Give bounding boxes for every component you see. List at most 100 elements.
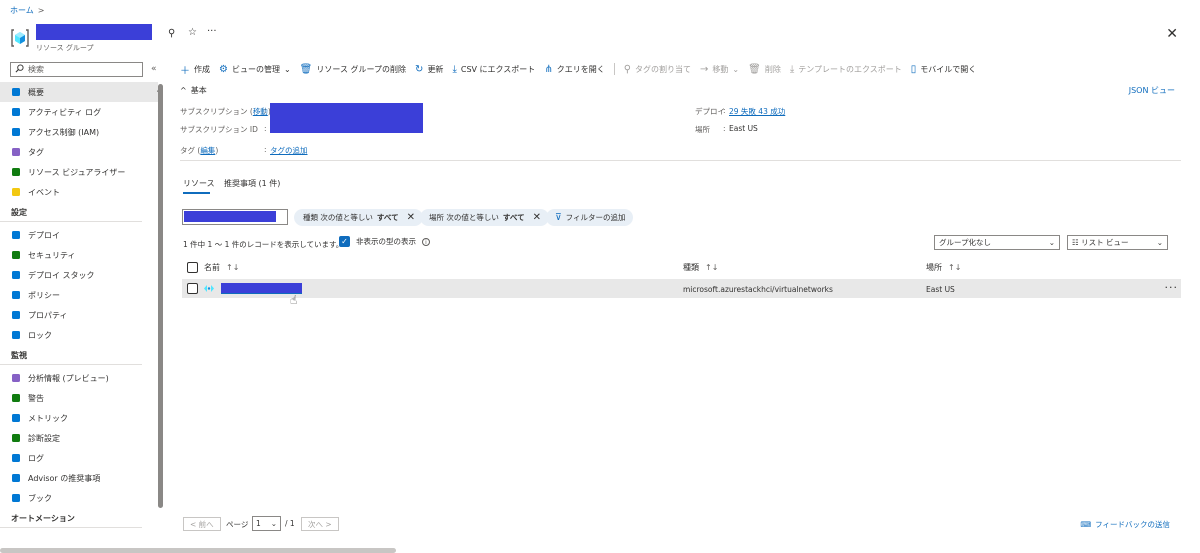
group-by-dropdown[interactable]: グループ化なし ⌄ bbox=[934, 235, 1060, 250]
essentials-toggle[interactable]: ^ 基本 bbox=[180, 85, 207, 96]
sidebar-scrollbar[interactable] bbox=[158, 84, 163, 508]
sidebar-item[interactable]: ロック bbox=[0, 325, 158, 345]
show-hidden-types-toggle[interactable]: ✓ 非表示の型の表示 i bbox=[339, 236, 430, 247]
sidebar-item[interactable]: 分析情報 (プレビュー) bbox=[0, 368, 158, 388]
location-filter-pill[interactable]: 場所 次の値と等しい すべて ✕ bbox=[420, 209, 549, 226]
row-checkbox[interactable] bbox=[187, 283, 198, 294]
resource-location-cell: East US bbox=[926, 285, 955, 294]
toolbar-icon: ↻ bbox=[415, 63, 424, 75]
next-page-button[interactable]: 次へ > bbox=[301, 517, 339, 531]
deploy-status-link[interactable]: 29 失敗 43 成功 bbox=[729, 106, 785, 117]
more-options-icon[interactable]: ··· bbox=[207, 27, 217, 37]
toolbar-button[interactable]: → 移動 ⌄ bbox=[700, 64, 739, 75]
sidebar-item[interactable]: イベント bbox=[0, 182, 158, 202]
sidebar-item-label: ログ bbox=[28, 453, 44, 463]
sidebar-item[interactable]: リソース ビジュアライザー bbox=[0, 162, 158, 182]
toolbar-button[interactable]: 🗑 リソース グループの削除 bbox=[300, 64, 406, 75]
sidebar-item[interactable]: ブック bbox=[0, 488, 158, 508]
sidebar-item[interactable]: 警告 bbox=[0, 388, 158, 408]
toolbar-button-label: ビューの管理 bbox=[231, 64, 280, 74]
toolbar-button[interactable]: ⋔ クエリを開く bbox=[544, 64, 604, 75]
select-all-checkbox[interactable] bbox=[187, 262, 198, 273]
toolbar-button-label: 作成 bbox=[194, 64, 210, 74]
sidebar-item-label: 警告 bbox=[28, 393, 44, 403]
sidebar-item[interactable]: ポリシー bbox=[0, 285, 158, 305]
column-header-name[interactable]: 名前 ↑↓ bbox=[187, 262, 239, 273]
group-by-value: グループ化なし bbox=[939, 238, 992, 247]
filter-by-name-input[interactable] bbox=[182, 209, 288, 225]
sidebar-item-label: デプロイ bbox=[28, 230, 60, 240]
sort-icon[interactable]: ↑↓ bbox=[226, 263, 239, 272]
logs-icon bbox=[11, 453, 21, 463]
row-more-options-icon[interactable]: ··· bbox=[1165, 281, 1179, 294]
sidebar-item[interactable]: 診断設定 bbox=[0, 428, 158, 448]
sort-icon[interactable]: ↑↓ bbox=[705, 263, 718, 272]
column-header-location[interactable]: 場所 ↑↓ bbox=[926, 262, 961, 273]
toolbar-icon: ⤓ bbox=[789, 63, 795, 75]
toolbar-button-label: 更新 bbox=[427, 64, 444, 74]
sidebar-item-label: メトリック bbox=[28, 413, 68, 423]
add-tags-link[interactable]: タグの追加 bbox=[270, 145, 308, 156]
toolbar-button[interactable]: ＋ 作成 bbox=[180, 62, 210, 77]
feedback-label: フィードバックの送信 bbox=[1095, 520, 1170, 529]
toolbar-button[interactable]: ⤓ テンプレートのエクスポート bbox=[790, 64, 902, 75]
tab-recommendations[interactable]: 推奨事項 (1 件) bbox=[224, 178, 280, 189]
sidebar-item-label: 分析情報 (プレビュー) bbox=[28, 373, 109, 383]
sidebar-item[interactable]: メトリック bbox=[0, 408, 158, 428]
iam-icon bbox=[11, 127, 21, 137]
view-mode-dropdown[interactable]: ☷ リスト ビュー ⌄ bbox=[1067, 235, 1168, 250]
location-label: 場所 bbox=[695, 125, 710, 134]
sidebar-item[interactable]: アクティビティ ログ bbox=[0, 102, 158, 122]
sidebar-item[interactable]: タグ bbox=[0, 142, 158, 162]
close-icon[interactable]: ✕ bbox=[1166, 26, 1178, 42]
activity-log-icon bbox=[11, 107, 21, 117]
tab-resources[interactable]: リソース bbox=[183, 178, 215, 189]
sidebar-item[interactable]: Advisor の推奨事項 bbox=[0, 468, 158, 488]
toolbar-button[interactable]: ⚙ ビューの管理 ⌄ bbox=[219, 64, 291, 75]
toolbar-icon: ＋ bbox=[180, 65, 190, 77]
toolbar-button[interactable]: ↻ 更新 bbox=[415, 64, 443, 75]
type-filter-prefix: 種類 次の値と等しい bbox=[303, 213, 373, 222]
tags-label: タグ bbox=[180, 146, 195, 155]
sidebar-item[interactable]: ログ bbox=[0, 448, 158, 468]
command-toolbar: ＋ 作成 ⚙ ビューの管理 ⌄ 🗑 リソース グループの削除 ↻ 更新 ⤓ CSV にエクスポート ⋔… bbox=[180, 62, 985, 77]
sort-icon[interactable]: ↑↓ bbox=[948, 263, 961, 272]
sidebar-item[interactable]: プロパティ bbox=[0, 305, 158, 325]
deploy-stack-icon bbox=[11, 270, 21, 280]
toolbar-button[interactable]: ▯ モバイルで開く bbox=[911, 64, 977, 75]
pin-icon[interactable]: ⚲ bbox=[168, 29, 175, 39]
add-filter-button[interactable]: ⊽ フィルターの追加 bbox=[546, 209, 634, 226]
favorite-star-icon[interactable]: ☆ bbox=[188, 28, 197, 38]
sidebar-item[interactable]: デプロイ スタック bbox=[0, 265, 158, 285]
toolbar-button[interactable]: ⚲ タグの割り当て bbox=[624, 64, 691, 75]
tags-edit-link[interactable]: 編集 bbox=[200, 146, 215, 155]
info-icon[interactable]: i bbox=[422, 237, 430, 246]
column-header-type[interactable]: 種類 ↑↓ bbox=[683, 262, 718, 273]
table-row[interactable] bbox=[182, 279, 1181, 298]
visualizer-icon bbox=[11, 167, 21, 177]
records-count-text: 1 件中 1 ～ 1 件のレコードを表示しています。 bbox=[183, 240, 344, 249]
page-select[interactable]: 1 ⌄ bbox=[252, 516, 281, 531]
horizontal-scrollbar[interactable] bbox=[0, 548, 396, 553]
sidebar-item[interactable]: アクセス制御 (IAM) bbox=[0, 122, 158, 142]
sidebar-item[interactable]: セキュリティ bbox=[0, 245, 158, 265]
type-filter-value: すべて bbox=[376, 213, 399, 222]
breadcrumb-separator: > bbox=[37, 6, 45, 15]
show-hidden-checkbox[interactable]: ✓ bbox=[339, 236, 350, 247]
toolbar-button[interactable]: 🗑 削除 bbox=[748, 64, 781, 75]
remove-type-filter-icon[interactable]: ✕ bbox=[407, 212, 415, 223]
breadcrumb-home-link[interactable]: ホーム bbox=[10, 5, 34, 16]
resource-name-link-redacted[interactable] bbox=[221, 283, 302, 293]
json-view-link[interactable]: JSON ビュー bbox=[1129, 85, 1175, 96]
sidebar-item[interactable]: 概要 bbox=[0, 82, 158, 102]
remove-location-filter-icon[interactable]: ✕ bbox=[533, 212, 541, 223]
send-feedback-link[interactable]: ⌨ フィードバックの送信 bbox=[1080, 519, 1170, 530]
toolbar-button[interactable]: ⤓ CSV にエクスポート bbox=[452, 64, 535, 75]
sidebar-item[interactable]: デプロイ bbox=[0, 225, 158, 245]
type-filter-pill[interactable]: 種類 次の値と等しい すべて ✕ bbox=[294, 209, 423, 226]
sidebar-search-input[interactable]: 検索 bbox=[10, 62, 143, 77]
collapse-sidebar-icon[interactable]: « bbox=[151, 64, 157, 74]
previous-page-button[interactable]: < 前へ bbox=[183, 517, 221, 531]
chevron-up-icon: ^ bbox=[180, 86, 187, 95]
sidebar-item-label: ロック bbox=[28, 330, 52, 340]
